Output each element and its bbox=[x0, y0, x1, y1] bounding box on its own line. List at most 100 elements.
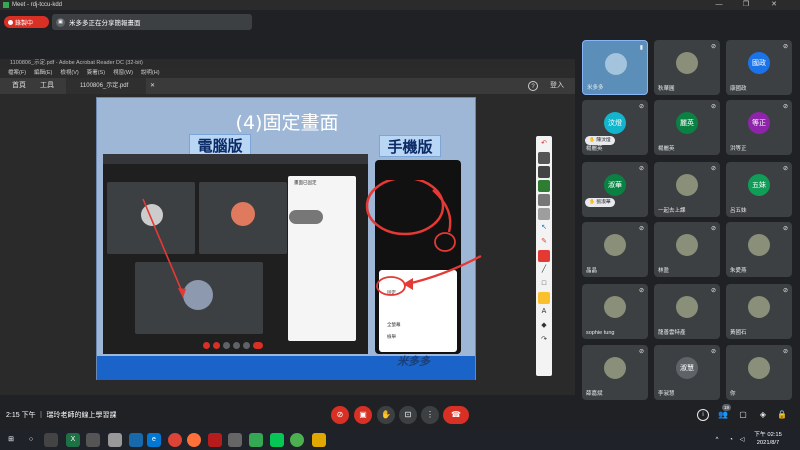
present-now-button[interactable]: ⊡ bbox=[399, 406, 417, 424]
menu-sign[interactable]: 簽署(S) bbox=[87, 68, 105, 78]
tab-home[interactable]: 首頁 bbox=[12, 78, 26, 94]
highlighter-icon[interactable] bbox=[538, 292, 550, 304]
marker-icon[interactable] bbox=[538, 250, 550, 262]
slide-title: (4)固定畫面 bbox=[235, 112, 339, 134]
question-circle-icon[interactable]: ? bbox=[528, 81, 538, 91]
mic-toggle-button[interactable]: ⊘ bbox=[331, 406, 349, 424]
participant-name: 你 bbox=[730, 391, 736, 397]
participant-tile[interactable]: 汶燈 ⊘ ✋ 陳汶燈 楊麗英 bbox=[582, 100, 648, 155]
lock-icon[interactable]: 🔒 bbox=[776, 409, 788, 421]
pen-icon[interactable]: ✎ bbox=[538, 236, 550, 248]
participant-tile[interactable]: ▮ 米多多 bbox=[582, 40, 648, 95]
hangup-icon: ☎ bbox=[451, 410, 461, 419]
menu-help[interactable]: 說明(H) bbox=[141, 68, 160, 78]
avatar bbox=[676, 52, 698, 74]
pc-label: 電腦版 bbox=[189, 134, 251, 156]
menu-view[interactable]: 檢視(V) bbox=[60, 68, 78, 78]
clock-time: 下午 02:15 bbox=[754, 432, 782, 438]
app-icon-3[interactable] bbox=[228, 433, 242, 447]
participant-tile[interactable]: 國政 ⊘ 康國政 bbox=[726, 40, 792, 95]
firefox-icon[interactable] bbox=[187, 433, 201, 447]
mic-off-icon: ⊘ bbox=[710, 44, 716, 50]
chrome-icon[interactable] bbox=[168, 433, 182, 447]
presenting-text: 米多多正在分享簡報畫面 bbox=[69, 20, 141, 27]
minimize-icon[interactable]: — bbox=[712, 0, 726, 10]
participant-tile[interactable]: 淑華 ⊘ ✋ 張淑華 bbox=[582, 162, 648, 217]
avatar bbox=[748, 296, 770, 318]
participant-name: 米多多 bbox=[587, 85, 604, 91]
participant-tile[interactable]: ⊘ 一起去上課 bbox=[654, 162, 720, 217]
close-icon[interactable]: ✕ bbox=[767, 0, 781, 10]
participant-tile[interactable]: ⊘ 薛嘉斌 bbox=[582, 345, 648, 400]
meet-icon[interactable] bbox=[249, 433, 263, 447]
chrome-app-icon[interactable] bbox=[290, 433, 304, 447]
participant-tile[interactable]: ⊘ 你 bbox=[726, 345, 792, 400]
chat-icon[interactable]: ▢ bbox=[737, 409, 749, 421]
participant-tile[interactable]: ⊘ 晶晶 bbox=[582, 222, 648, 277]
tab-tools[interactable]: 工具 bbox=[40, 78, 54, 94]
app-icon-2[interactable] bbox=[129, 433, 143, 447]
participant-name: 龍善雲特產 bbox=[658, 330, 686, 336]
menu-file[interactable]: 檔案(F) bbox=[8, 68, 26, 78]
participant-tile[interactable]: ⊘ 龍善雲特產 bbox=[654, 284, 720, 339]
tab-document[interactable]: 1100806_示定.pdf bbox=[66, 78, 146, 94]
window-title: Meet - rdj-tccu-kdd bbox=[12, 2, 63, 8]
app-icon[interactable] bbox=[86, 433, 100, 447]
fill-icon[interactable]: ◆ bbox=[538, 320, 550, 332]
line-icon[interactable]: ╱ bbox=[538, 264, 550, 276]
search-icon[interactable]: ○ bbox=[24, 433, 38, 447]
more-options-button[interactable]: ⋮ bbox=[421, 406, 439, 424]
edge-icon[interactable]: e bbox=[147, 433, 161, 447]
volume-icon[interactable]: ◁ bbox=[737, 433, 747, 447]
settings-icon[interactable] bbox=[538, 194, 550, 206]
restore-icon[interactable]: ❐ bbox=[739, 0, 753, 10]
participant-tile[interactable]: ⊘ 朱愛燕 bbox=[726, 222, 792, 277]
participant-tile[interactable]: ⊘ 黃國石 bbox=[726, 284, 792, 339]
participant-name: 李淑慧 bbox=[658, 391, 675, 397]
pc-control-row bbox=[203, 342, 273, 350]
presenting-banner: ▣ 米多多正在分享簡報畫面 bbox=[52, 14, 252, 30]
task-view-icon[interactable] bbox=[44, 433, 58, 447]
undo-icon[interactable]: ↶ bbox=[538, 138, 550, 150]
cloud-icon[interactable] bbox=[108, 433, 122, 447]
line-icon[interactable] bbox=[270, 433, 284, 447]
menu-window[interactable]: 視窗(W) bbox=[113, 68, 133, 78]
gear-icon[interactable] bbox=[538, 208, 550, 220]
participant-tile[interactable]: 等正 ⊘ 洪等正 bbox=[726, 100, 792, 155]
avatar bbox=[748, 357, 770, 379]
camera-toggle-button[interactable]: ▣ bbox=[354, 406, 372, 424]
participant-tile[interactable]: 麗英 ⊘ 楊麗英 bbox=[654, 100, 720, 155]
acrobat-icon[interactable] bbox=[208, 433, 222, 447]
text-icon[interactable]: A bbox=[538, 306, 550, 318]
participant-tile[interactable]: ⊘ sophie tung bbox=[582, 284, 648, 339]
mic-off-icon: ⊘ bbox=[638, 226, 644, 232]
raise-hand-button[interactable]: ✋ bbox=[377, 406, 395, 424]
participant-tile[interactable]: 淑慧 ⊘ 李淑慧 bbox=[654, 345, 720, 400]
participant-grid: ▮ 米多多 ⊘ 秋華圓 國政 ⊘ 康國政汶燈 ⊘ ✋ 陳汶燈 楊麗英 麗英 ⊘ 楊麗英 等正 ⊘ 洪等正淑華 ⊘… bbox=[582, 40, 792, 400]
shape-icon[interactable]: □ bbox=[538, 278, 550, 290]
redo-icon[interactable]: ↷ bbox=[538, 334, 550, 346]
participant-tile[interactable]: 五妹 ⊘ 呂五妹 bbox=[726, 162, 792, 217]
wifi-icon[interactable]: ◔ bbox=[726, 433, 736, 447]
folder-icon[interactable] bbox=[312, 433, 326, 447]
eraser-icon[interactable] bbox=[538, 180, 550, 192]
info-icon[interactable]: i bbox=[697, 409, 709, 421]
tab-close-icon[interactable]: ✕ bbox=[150, 78, 155, 94]
tray-arrow-icon[interactable]: ^ bbox=[712, 433, 722, 447]
participant-tile[interactable]: ⊘ 秋華圓 bbox=[654, 40, 720, 95]
activities-icon[interactable]: ◈ bbox=[757, 409, 769, 421]
windows-taskbar: ⊞ ○ X e ^ ◔ ◁ bbox=[0, 430, 800, 450]
windows-start-icon[interactable]: ⊞ bbox=[4, 433, 18, 447]
leave-call-button[interactable]: ☎ bbox=[443, 406, 469, 424]
menu-edit[interactable]: 編輯(E) bbox=[34, 68, 52, 78]
camera-icon[interactable] bbox=[538, 166, 550, 178]
taskbar-clock[interactable]: 下午 02:15 2021/8/7 bbox=[748, 431, 788, 447]
cursor-icon[interactable]: ↖ bbox=[538, 222, 550, 234]
sign-in-link[interactable]: 登入 bbox=[550, 78, 564, 94]
participant-tile[interactable]: ⊘ 林盈 bbox=[654, 222, 720, 277]
excel-icon[interactable]: X bbox=[66, 433, 80, 447]
video-icon[interactable] bbox=[538, 152, 550, 164]
avatar bbox=[676, 296, 698, 318]
mic-off-icon: ⊘ bbox=[638, 166, 644, 172]
dialog-title: 畫面已固定 bbox=[294, 180, 317, 185]
